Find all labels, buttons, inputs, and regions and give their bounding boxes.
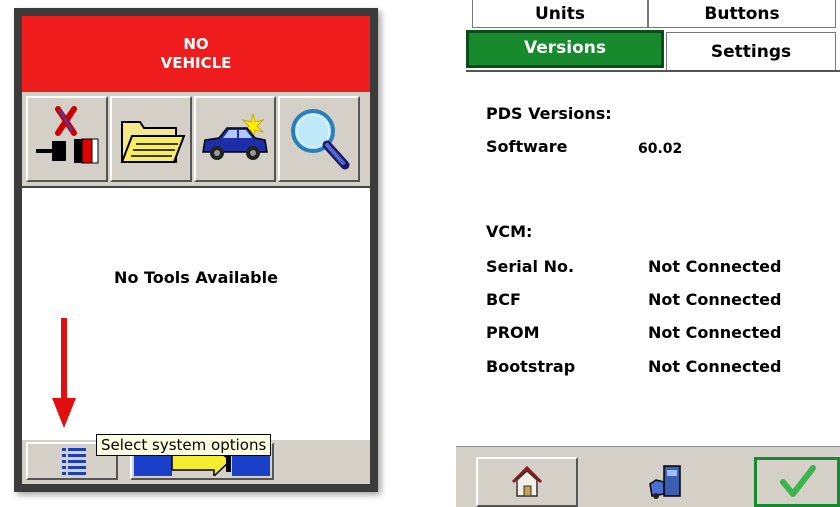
confirm-button[interactable] (754, 457, 840, 507)
right-footer-bar (456, 446, 840, 507)
left-device-screen: NO VEHICLE No Tools Available Select sys… (14, 8, 378, 492)
vcm-row-value: Not Connected (648, 257, 782, 276)
disconnected-plug-icon (36, 106, 99, 164)
new-vehicle-button[interactable] (194, 96, 276, 182)
home-icon (511, 465, 543, 497)
tab-settings[interactable]: Settings (666, 32, 836, 72)
system-options-tooltip: Select system options (96, 434, 272, 456)
tool-toolbar (22, 94, 370, 186)
banner-line-2: VEHICLE (160, 54, 232, 72)
tab-versions[interactable]: Versions (466, 30, 664, 68)
home-button[interactable] (476, 457, 578, 507)
open-folder-button[interactable] (110, 96, 192, 182)
vcm-row-label: Serial No. (486, 257, 575, 276)
tab-divider (466, 70, 840, 72)
vcm-device-button[interactable] (636, 457, 696, 507)
pds-versions-heading: PDS Versions: (486, 104, 612, 123)
system-options-list-icon (62, 448, 86, 475)
vcm-heading: VCM: (486, 222, 533, 241)
software-label: Software (486, 137, 568, 156)
magnifier-icon (291, 109, 350, 170)
open-folder-icon (120, 121, 186, 163)
tab-units[interactable]: Units (472, 0, 648, 28)
vcm-row-label: BCF (486, 290, 521, 309)
vcm-row-value: Not Connected (648, 357, 782, 376)
no-tools-message: No Tools Available (114, 268, 278, 287)
tools-list-area: No Tools Available (22, 186, 370, 448)
checkmark-icon (780, 465, 816, 497)
tab-buttons[interactable]: Buttons (648, 0, 836, 28)
software-value: 60.02 (638, 141, 683, 157)
disconnect-button[interactable] (26, 96, 108, 182)
left-screen-content: NO VEHICLE No Tools Available Select sys… (22, 16, 370, 484)
vehicle-status-banner[interactable]: NO VEHICLE (22, 16, 370, 92)
vcm-row-label: Bootstrap (486, 357, 576, 376)
right-settings-panel: Units Buttons Versions Settings PDS Vers… (456, 0, 840, 507)
vcm-row-label: PROM (486, 323, 540, 342)
red-arrow-annotation (52, 318, 76, 428)
search-button[interactable] (278, 96, 360, 182)
vcm-device-icon (649, 465, 681, 499)
new-vehicle-car-icon (202, 113, 268, 160)
banner-line-1: NO (183, 35, 209, 53)
vcm-row-value: Not Connected (648, 290, 782, 309)
vcm-row-value: Not Connected (648, 323, 782, 342)
